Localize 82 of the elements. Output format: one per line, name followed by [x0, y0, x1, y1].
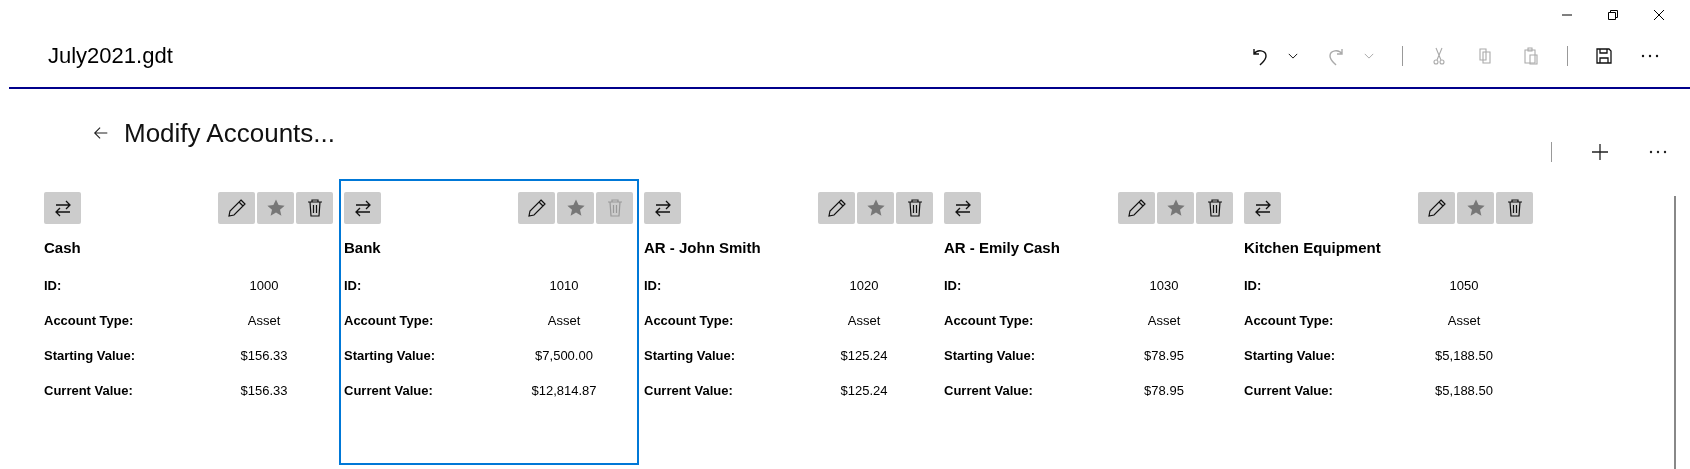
field-label: Starting Value:: [44, 347, 137, 363]
field-label: Starting Value:: [344, 347, 437, 363]
account-card[interactable]: AR - John Smith ID: 1020 Account Type: Asset Starting Value: $125.24 Current Value: $125.24: [639, 179, 939, 465]
field-value: 1030: [1148, 277, 1180, 293]
field-label: Current Value:: [44, 382, 134, 398]
delete-button[interactable]: [1196, 192, 1233, 224]
field-value: 1050: [1448, 277, 1480, 293]
star-icon: [865, 198, 886, 218]
pencil-icon: [526, 198, 547, 218]
delete-button[interactable]: [896, 192, 933, 224]
field-value: $156.33: [239, 382, 289, 398]
field-value: 1000: [248, 277, 280, 293]
field-label: ID:: [344, 277, 363, 293]
field-label: Current Value:: [344, 382, 434, 398]
field-value: Asset: [846, 312, 882, 328]
star-icon: [265, 198, 286, 218]
account-name: AR - John Smith: [644, 239, 762, 258]
field-value: Asset: [546, 312, 582, 328]
field-value: 1020: [848, 277, 880, 293]
account-name: Cash: [44, 239, 82, 258]
field-value: $78.95: [1143, 382, 1185, 398]
edit-button[interactable]: [1418, 192, 1455, 224]
restore-icon[interactable]: [1607, 9, 1619, 21]
field-value: 1010: [548, 277, 580, 293]
swap-button[interactable]: [1244, 192, 1281, 224]
field-value: $5,188.50: [1434, 382, 1494, 398]
account-card[interactable]: Bank ID: 1010 Account Type: Asset Starting Value: $7,500.00 Current Value: $12,814.87: [339, 179, 639, 465]
page-title: Modify Accounts...: [124, 117, 335, 149]
close-icon[interactable]: [1653, 9, 1665, 21]
field-label: Account Type:: [944, 312, 1035, 328]
pencil-icon: [1426, 198, 1447, 218]
star-icon: [1465, 198, 1486, 218]
field-label: Current Value:: [644, 382, 734, 398]
field-label: Account Type:: [344, 312, 435, 328]
field-label: Account Type:: [1244, 312, 1335, 328]
field-value: $12,814.87: [530, 382, 598, 398]
star-icon: [1165, 198, 1186, 218]
pencil-icon: [1126, 198, 1147, 218]
field-label: Starting Value:: [1244, 347, 1337, 363]
field-label: ID:: [944, 277, 963, 293]
field-label: Current Value:: [1244, 382, 1334, 398]
field-label: ID:: [44, 277, 63, 293]
account-card[interactable]: Kitchen Equipment ID: 1050 Account Type: Asset Starting Value: $5,188.50 Current Value: $5,188.50: [1239, 179, 1539, 465]
pencil-icon: [826, 198, 847, 218]
field-label: Starting Value:: [944, 347, 1037, 363]
swap-button[interactable]: [344, 192, 381, 224]
swap-button[interactable]: [644, 192, 681, 224]
field-value: $125.24: [839, 382, 889, 398]
edit-button[interactable]: [518, 192, 555, 224]
field-value: Asset: [1446, 312, 1482, 328]
star-icon: [565, 198, 586, 218]
account-name: Kitchen Equipment: [1244, 239, 1382, 258]
account-name: Bank: [344, 239, 382, 258]
field-label: Account Type:: [644, 312, 735, 328]
back-arrow-icon[interactable]: [92, 124, 110, 142]
edit-button[interactable]: [818, 192, 855, 224]
edit-button[interactable]: [1118, 192, 1155, 224]
swap-button[interactable]: [44, 192, 81, 224]
field-value: Asset: [1146, 312, 1182, 328]
edit-button[interactable]: [218, 192, 255, 224]
field-value: Asset: [246, 312, 282, 328]
field-label: Starting Value:: [644, 347, 737, 363]
undo-icon[interactable]: [1250, 46, 1270, 66]
window-title: July2021.gdt: [48, 43, 173, 69]
account-name: AR - Emily Cash: [944, 239, 1061, 258]
field-label: Current Value:: [944, 382, 1034, 398]
field-value: $7,500.00: [534, 347, 594, 363]
account-card[interactable]: AR - Emily Cash ID: 1030 Account Type: Asset Starting Value: $78.95 Current Value: $78.95: [939, 179, 1239, 465]
field-value: $5,188.50: [1434, 347, 1494, 363]
delete-button[interactable]: [1496, 192, 1533, 224]
field-value: $156.33: [239, 347, 289, 363]
field-label: ID:: [644, 277, 663, 293]
save-icon[interactable]: [1594, 46, 1614, 66]
field-label: Account Type:: [44, 312, 135, 328]
delete-button[interactable]: [296, 192, 333, 224]
swap-button[interactable]: [944, 192, 981, 224]
field-label: ID:: [1244, 277, 1263, 293]
account-card[interactable]: Cash ID: 1000 Account Type: Asset Starting Value: $156.33 Current Value: $156.33: [39, 179, 339, 465]
pencil-icon: [226, 198, 247, 218]
plus-icon[interactable]: [1590, 142, 1610, 162]
field-value: $78.95: [1143, 347, 1185, 363]
field-value: $125.24: [839, 347, 889, 363]
